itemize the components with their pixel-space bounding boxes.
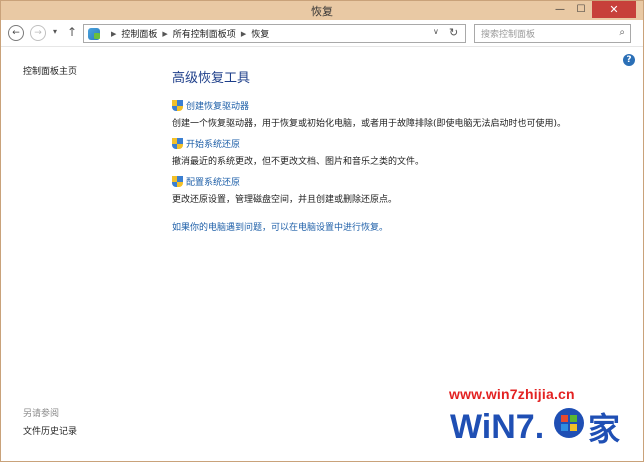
refresh-icon: ↻ [449, 26, 459, 39]
open-system-restore-description: 撤消最近的系统更改，但不更改文档、图片和音乐之类的文件。 [172, 157, 425, 167]
close-button[interactable]: ✕ [592, 1, 636, 18]
watermark-logo: WiN7. 家 [450, 408, 620, 448]
up-button[interactable]: ↑ [67, 25, 77, 39]
windows-logo-icon [554, 408, 584, 438]
address-bar[interactable]: ▶ 控制面板 ▶ 所有控制面板项 ▶ 恢复 ∨ ↻ [83, 24, 466, 43]
configure-system-restore-description: 更改还原设置，管理磁盘空间，并且创建或删除还原点。 [172, 195, 398, 205]
refresh-pc-link[interactable]: 如果你的电脑遇到问题，可以在电脑设置中进行恢复。 [172, 220, 388, 233]
see-also-label: 另请参阅 [23, 409, 60, 419]
system-restore-item: 开始系统还原 撤消最近的系统更改，但不更改文档、图片和音乐之类的文件。 [172, 137, 424, 167]
watermark-logo-text: WiN7. [450, 408, 544, 446]
minimize-button[interactable]: — [550, 1, 570, 18]
breadcrumb-separator-icon: ▶ [162, 29, 168, 38]
breadcrumb-separator-icon: ▶ [111, 29, 117, 38]
arrow-up-icon: ↑ [67, 25, 78, 39]
uac-shield-icon [172, 175, 183, 188]
configure-system-restore-item: 配置系统还原 更改还原设置，管理磁盘空间，并且创建或删除还原点。 [172, 175, 397, 205]
control-panel-home-link[interactable]: 控制面板主页 [23, 64, 77, 77]
configure-system-restore-link[interactable]: 配置系统还原 [186, 175, 240, 188]
back-button[interactable]: ← [8, 25, 24, 41]
open-system-restore-link[interactable]: 开始系统还原 [186, 137, 240, 150]
chevron-down-icon: ▾ [53, 27, 58, 36]
title-bar[interactable]: 恢复 — ☐ ✕ [1, 1, 643, 20]
arrow-left-icon: ← [12, 28, 20, 38]
arrow-right-icon: → [34, 28, 42, 38]
refresh-button[interactable]: ↻ [449, 26, 458, 39]
chevron-down-icon: ∨ [433, 27, 439, 36]
breadcrumb-control-panel[interactable]: 控制面板 [121, 27, 157, 40]
forward-button[interactable]: → [30, 25, 46, 41]
maximize-button[interactable]: ☐ [571, 1, 591, 18]
create-recovery-drive-link[interactable]: 创建恢复驱动器 [186, 99, 249, 112]
recent-locations-dropdown[interactable]: ▾ [53, 27, 57, 36]
breadcrumb-recovery[interactable]: 恢复 [251, 27, 269, 40]
breadcrumb-all-items[interactable]: 所有控制面板项 [173, 27, 236, 40]
search-icon[interactable]: ⌕ [619, 27, 625, 38]
watermark-logo-char: 家 [588, 410, 620, 448]
watermark-url: www.win7zhijia.cn [449, 386, 575, 402]
help-icon[interactable]: ? [623, 54, 635, 66]
window-title: 恢复 [311, 5, 333, 18]
breadcrumb-separator-icon: ▶ [240, 29, 247, 38]
file-history-link[interactable]: 文件历史记录 [23, 424, 77, 437]
navigation-bar: ← → ▾ ↑ ▶ 控制面板 ▶ 所有控制面板项 ▶ 恢复 ∨ ↻ 搜索控制面板… [1, 20, 643, 47]
search-placeholder: 搜索控制面板 [481, 30, 536, 40]
control-panel-icon [88, 27, 100, 40]
create-recovery-drive-description: 创建一个恢复驱动器，用于恢复或初始化电脑，或者用于故障排除(即使电脑无法启动时也… [172, 119, 567, 129]
search-input[interactable]: 搜索控制面板 ⌕ [474, 24, 631, 43]
create-recovery-drive-item: 创建恢复驱动器 创建一个恢复驱动器，用于恢复或初始化电脑，或者用于故障排除(即使… [172, 99, 566, 129]
recovery-window: 恢复 — ☐ ✕ ← → ▾ ↑ ▶ 控制面板 ▶ 所有控制面板项 ▶ 恢复 ∨… [0, 0, 644, 462]
uac-shield-icon [172, 137, 183, 150]
page-title: 高级恢复工具 [172, 71, 251, 86]
address-history-dropdown[interactable]: ∨ [433, 27, 439, 36]
uac-shield-icon [172, 99, 183, 112]
